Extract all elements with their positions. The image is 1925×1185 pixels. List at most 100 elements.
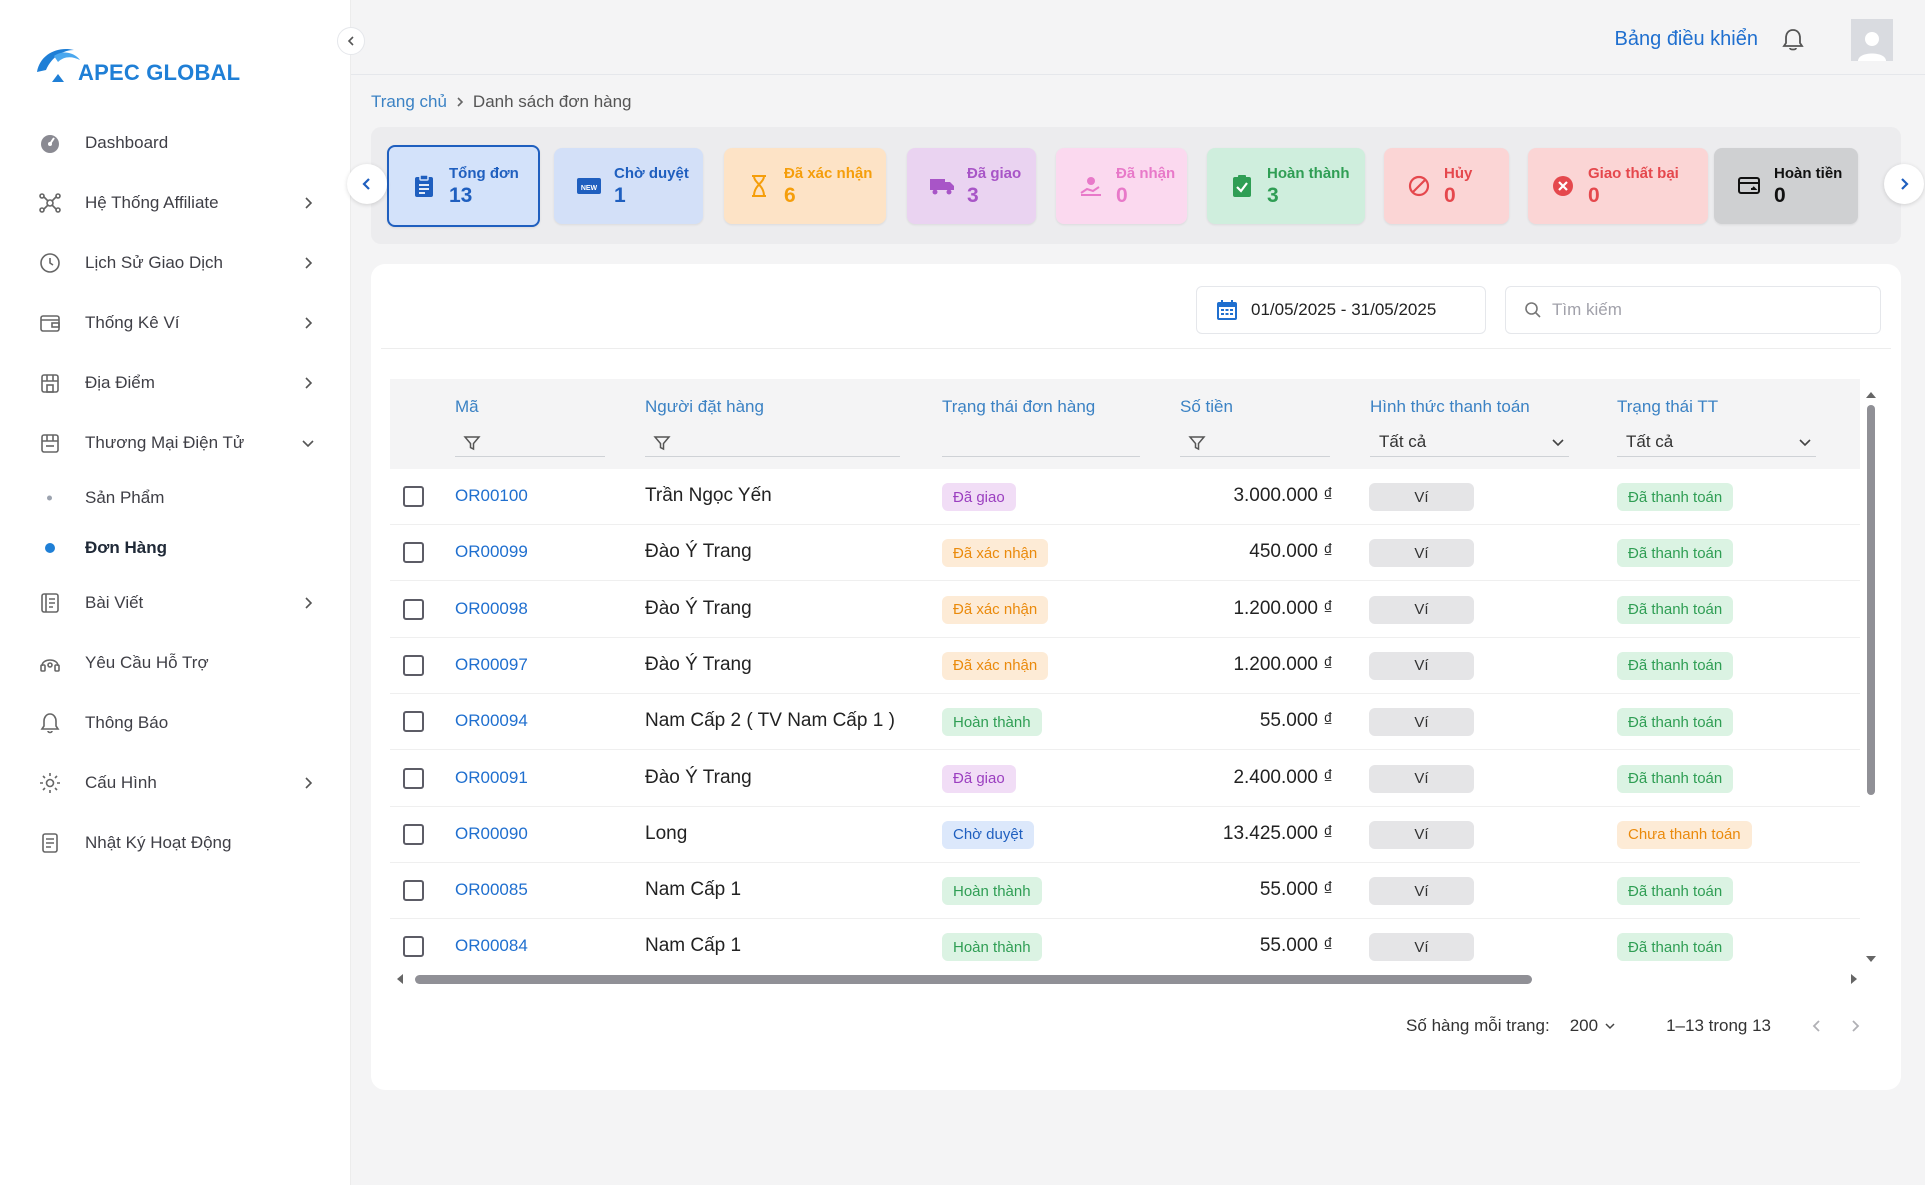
scroll-up-icon[interactable] [1863, 389, 1879, 401]
status-card-6[interactable]: Hủy 0 [1384, 148, 1509, 224]
vertical-scrollbar[interactable] [1863, 385, 1879, 965]
order-amount: 1.200.000 ₫ [1233, 653, 1333, 675]
chevron-left-icon [347, 36, 354, 46]
sidebar-subitem-1[interactable]: Đơn Hàng [0, 523, 351, 573]
date-range-picker[interactable]: 01/05/2025 - 31/05/2025 [1196, 286, 1486, 334]
sidebar-item-3[interactable]: Thống Kê Ví [0, 293, 351, 353]
filter-icon [1188, 435, 1206, 450]
column-header-amount[interactable]: Số tiền [1180, 397, 1233, 417]
status-card-1[interactable]: NEW Chờ duyệt 1 [554, 148, 703, 224]
order-code-link[interactable]: OR00100 [455, 486, 528, 506]
breadcrumb-home[interactable]: Trang chủ [371, 92, 447, 112]
scroll-left-icon[interactable] [394, 971, 406, 987]
scroll-right-icon[interactable] [1848, 971, 1860, 987]
table-row[interactable]: OR00099 Đào Ý Trang Đã xác nhận 450.000 … [390, 525, 1860, 582]
order-code-link[interactable]: OR00090 [455, 824, 528, 844]
column-header-customer[interactable]: Người đặt hàng [645, 397, 764, 417]
chevron-down-icon [301, 436, 315, 450]
status-card-7[interactable]: Giao thất bại 0 [1528, 148, 1708, 224]
table-row[interactable]: OR00097 Đào Ý Trang Đã xác nhận 1.200.00… [390, 638, 1860, 694]
status-card-label: Đã giao [967, 164, 1022, 182]
table-row[interactable]: OR00085 Nam Cấp 1 Hoàn thành 55.000 ₫ Ví… [390, 863, 1860, 920]
table-row[interactable]: OR00098 Đào Ý Trang Đã xác nhận 1.200.00… [390, 582, 1860, 638]
sidebar-item-7[interactable]: Yêu Cầu Hỗ Trợ [0, 633, 351, 693]
vertical-scroll-thumb[interactable] [1867, 405, 1875, 795]
sidebar-item-5[interactable]: Thương Mại Điện Tử [0, 413, 351, 473]
next-page-icon[interactable] [1849, 1018, 1861, 1034]
scroll-left-button[interactable] [347, 164, 387, 204]
status-card-label: Tổng đơn [449, 164, 519, 182]
scroll-down-icon[interactable] [1863, 953, 1879, 965]
row-checkbox[interactable] [403, 654, 424, 676]
search-input[interactable] [1552, 300, 1852, 320]
code-filter[interactable] [455, 429, 605, 457]
table-row[interactable]: OR00091 Đào Ý Trang Đã giao 2.400.000 ₫ … [390, 751, 1860, 807]
sidebar-item-9[interactable]: Cấu Hình [0, 753, 351, 813]
prev-page-icon[interactable] [1811, 1018, 1823, 1034]
notification-bell-icon[interactable] [1779, 26, 1807, 54]
order-code-link[interactable]: OR00084 [455, 936, 528, 956]
order-status-badge: Hoàn thành [942, 877, 1042, 906]
row-checkbox[interactable] [403, 767, 424, 789]
payment-status-badge: Đã thanh toán [1617, 651, 1734, 680]
customer-filter[interactable] [645, 429, 900, 457]
row-checkbox[interactable] [403, 542, 424, 564]
rows-per-page-select[interactable]: 200 [1570, 1016, 1616, 1036]
row-checkbox[interactable] [403, 823, 424, 845]
status-card-count: 1 [614, 183, 626, 207]
column-header-payment-status[interactable]: Trạng thái TT [1617, 397, 1718, 417]
collapse-sidebar-button[interactable] [337, 27, 365, 55]
payment-status-select[interactable]: Tất cả [1617, 427, 1816, 457]
dashboard-link[interactable]: Bảng điều khiển [1615, 28, 1758, 51]
sidebar-item-10[interactable]: Nhật Ký Hoạt Động [0, 813, 351, 873]
status-card-4[interactable]: Đã nhận 0 [1056, 148, 1187, 224]
search-field[interactable] [1505, 286, 1881, 334]
status-card-8[interactable]: Hoàn tiền 0 [1714, 148, 1858, 224]
sidebar-nav: Dashboard Hệ Thống Affiliate Lịch Sử Gia… [0, 113, 351, 873]
status-card-0[interactable]: Tổng đơn 13 [387, 145, 540, 227]
table-row[interactable]: OR00090 Long Chờ duyệt 13.425.000 ₫ Ví C… [390, 807, 1860, 863]
order-code-link[interactable]: OR00085 [455, 880, 528, 900]
column-header-payment-method[interactable]: Hình thức thanh toán [1370, 397, 1530, 417]
sidebar-item-1[interactable]: Hệ Thống Affiliate [0, 173, 351, 233]
sidebar-item-4[interactable]: Địa Điểm [0, 353, 351, 413]
order-code-link[interactable]: OR00099 [455, 542, 528, 562]
brand-logo[interactable]: APEC GLOBAL [34, 38, 240, 88]
sidebar-subitem-0[interactable]: Sản Phẩm [0, 473, 351, 523]
bell-icon [37, 710, 63, 736]
user-avatar[interactable] [1851, 19, 1893, 61]
status-card-count: 3 [967, 183, 979, 207]
order-code-link[interactable]: OR00097 [455, 655, 528, 675]
row-checkbox[interactable] [403, 936, 424, 958]
status-card-count: 6 [784, 183, 796, 207]
order-code-link[interactable]: OR00091 [455, 768, 528, 788]
column-header-order-status[interactable]: Trạng thái đơn hàng [942, 397, 1095, 417]
row-checkbox[interactable] [403, 711, 424, 733]
payment-method-select[interactable]: Tất cả [1370, 427, 1569, 457]
order-code-link[interactable]: OR00094 [455, 711, 528, 731]
column-header-code[interactable]: Mã [455, 397, 479, 417]
row-checkbox[interactable] [403, 486, 424, 507]
amount-filter[interactable] [1180, 429, 1330, 457]
status-card-3[interactable]: Đã giao 3 [907, 148, 1036, 224]
sidebar-item-8[interactable]: Thông Báo [0, 693, 351, 753]
sidebar-item-2[interactable]: Lịch Sử Giao Dịch [0, 233, 351, 293]
table-row[interactable]: OR00084 Nam Cấp 1 Hoàn thành 55.000 ₫ Ví… [390, 919, 1860, 969]
payment-method-badge: Ví [1369, 764, 1474, 793]
status-card-5[interactable]: Hoàn thành 3 [1207, 148, 1365, 224]
horizontal-scroll-thumb[interactable] [415, 975, 1532, 984]
order-amount: 2.400.000 ₫ [1233, 766, 1333, 788]
row-checkbox[interactable] [403, 598, 424, 620]
row-checkbox[interactable] [403, 880, 424, 902]
scroll-right-button[interactable] [1884, 164, 1924, 204]
table-row[interactable]: OR00094 Nam Cấp 2 ( TV Nam Cấp 1 ) Hoàn … [390, 694, 1860, 751]
sidebar-item-0[interactable]: Dashboard [0, 113, 351, 173]
table-row[interactable]: OR00100 Trần Ngọc Yến Đã giao 3.000.000 … [390, 469, 1860, 525]
order-code-link[interactable]: OR00098 [455, 599, 528, 619]
top-bar: Bảng điều khiển [351, 0, 1925, 75]
calendar-icon [1217, 300, 1237, 320]
horizontal-scrollbar[interactable] [390, 971, 1860, 987]
sidebar-item-6[interactable]: Bài Viết [0, 573, 351, 633]
status-card-2[interactable]: Đã xác nhận 6 [724, 148, 886, 224]
order-status-filter[interactable] [942, 429, 1140, 457]
